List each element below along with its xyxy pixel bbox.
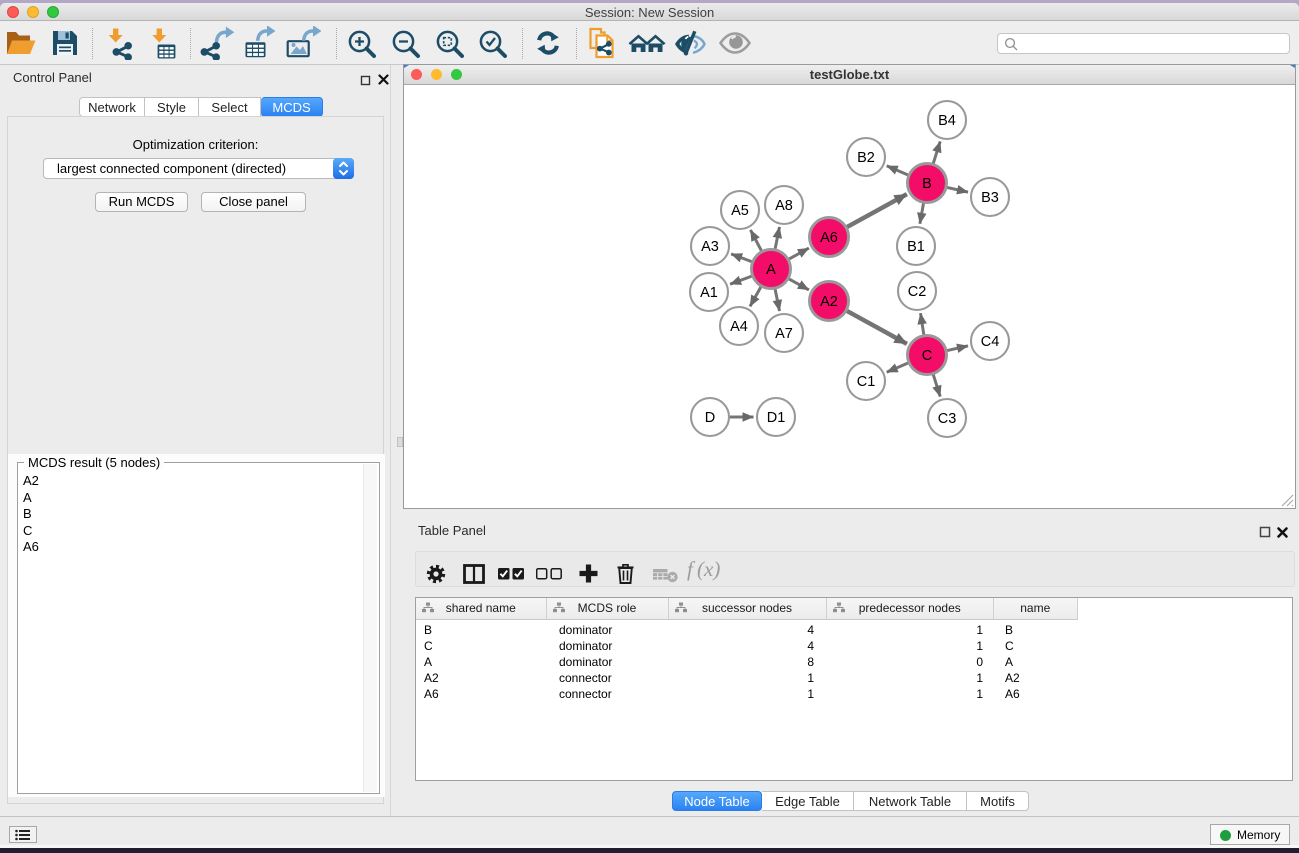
svg-text:B: B — [922, 176, 932, 192]
svg-text:B4: B4 — [938, 113, 956, 129]
svg-text:A5: A5 — [731, 203, 749, 219]
svg-text:C: C — [922, 348, 932, 364]
svg-text:A1: A1 — [700, 285, 718, 301]
svg-text:A3: A3 — [701, 239, 719, 255]
svg-text:A7: A7 — [775, 326, 793, 342]
svg-text:D1: D1 — [767, 410, 786, 426]
svg-text:D: D — [705, 410, 715, 426]
svg-text:A2: A2 — [820, 294, 838, 310]
svg-text:A8: A8 — [775, 198, 793, 214]
svg-text:A6: A6 — [820, 230, 838, 246]
svg-text:C2: C2 — [908, 284, 927, 300]
svg-text:C3: C3 — [938, 411, 957, 427]
svg-text:B3: B3 — [981, 190, 999, 206]
svg-text:C1: C1 — [857, 374, 876, 390]
svg-text:C4: C4 — [981, 334, 1000, 350]
svg-text:B1: B1 — [907, 239, 925, 255]
svg-text:B2: B2 — [857, 150, 875, 166]
svg-text:A: A — [766, 262, 776, 278]
svg-text:A4: A4 — [730, 319, 748, 335]
